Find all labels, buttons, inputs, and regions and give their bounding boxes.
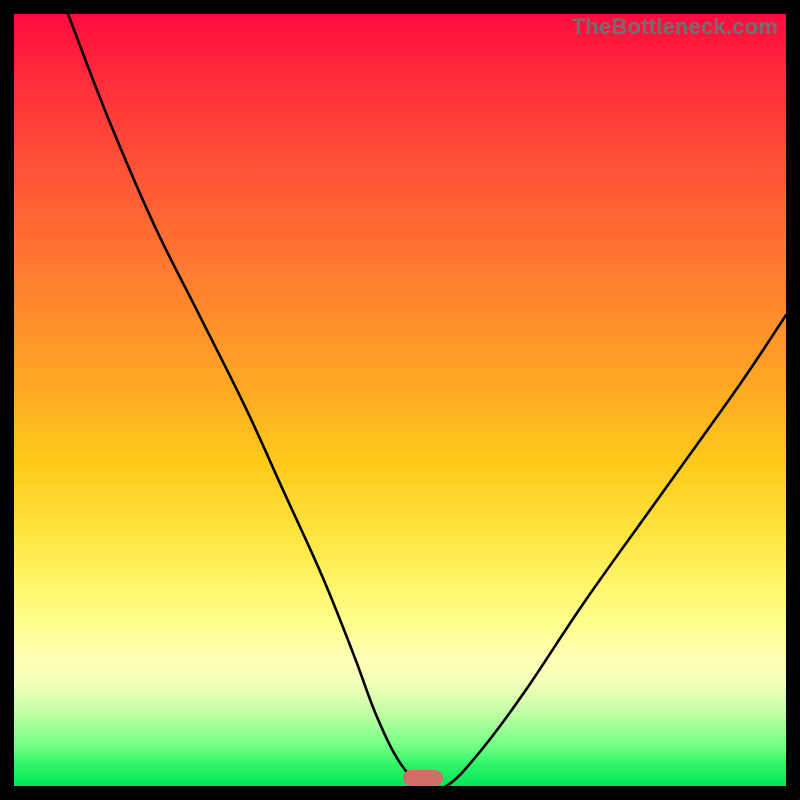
attribution-label: TheBottleneck.com — [572, 14, 778, 40]
optimal-point-marker — [403, 770, 443, 786]
bottleneck-curve — [14, 14, 786, 786]
chart-stage: TheBottleneck.com — [0, 0, 800, 800]
plot-area: TheBottleneck.com — [14, 14, 786, 786]
